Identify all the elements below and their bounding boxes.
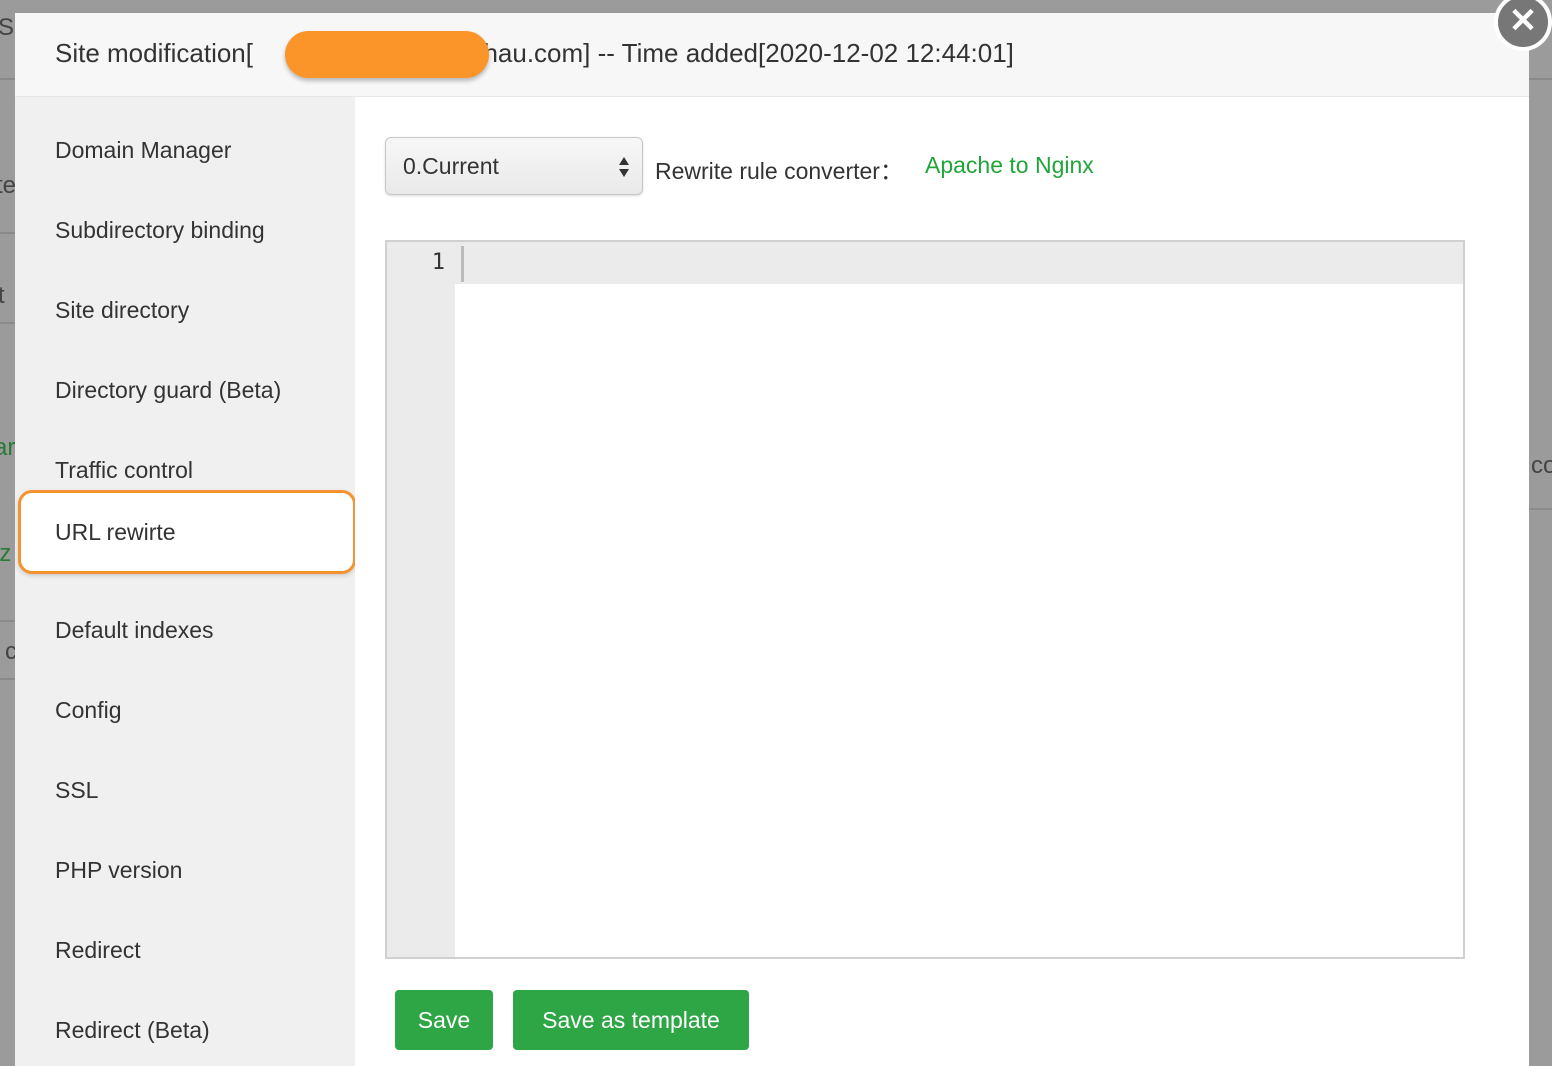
sidebar: Domain Manager Subdirectory binding Site… [15, 97, 356, 1066]
background-text-fragment: iz [0, 540, 12, 567]
redaction-mark [285, 31, 489, 78]
background-divider [0, 232, 15, 234]
title-time-added: -- Time added[2020-12-02 12:44:01] [590, 38, 1014, 68]
background-divider [0, 620, 15, 622]
save-button[interactable]: Save [395, 990, 493, 1050]
background-text-fragment: S [0, 14, 15, 41]
select-arrows-icon [619, 157, 629, 177]
rewrite-template-select[interactable]: 0.Current [385, 137, 643, 195]
sidebar-item-config[interactable]: Config [15, 670, 355, 750]
sidebar-item-php-version[interactable]: PHP version [15, 830, 355, 910]
sidebar-item-site-directory[interactable]: Site directory [15, 270, 355, 350]
background-text-fragment: te [0, 172, 17, 199]
editor-cursor [461, 246, 464, 282]
site-modification-modal: Site modification[gchau.com] -- Time add… [15, 13, 1529, 1066]
background-text-fragment: co [1531, 452, 1552, 479]
sidebar-item-subdirectory-binding[interactable]: Subdirectory binding [15, 190, 355, 270]
apache-to-nginx-link[interactable]: Apache to Nginx [925, 152, 1094, 179]
sidebar-item-directory-guard[interactable]: Directory guard (Beta) [15, 350, 355, 430]
select-value: 0.Current [403, 153, 499, 179]
editor-active-line [455, 242, 1463, 284]
editor-gutter: 1 [387, 242, 455, 957]
background-divider [1529, 78, 1552, 80]
rewrite-rule-editor[interactable]: 1 [385, 240, 1465, 959]
sidebar-item-default-indexes[interactable]: Default indexes [15, 590, 355, 670]
url-rewrite-panel: 0.Current Rewrite rule converter： Apache… [355, 97, 1529, 1066]
background-divider [0, 78, 15, 80]
background-divider [0, 322, 15, 324]
background-text-fragment: ar [0, 434, 16, 461]
sidebar-item-ssl[interactable]: SSL [15, 750, 355, 830]
close-button[interactable]: ✕ [1494, 0, 1552, 51]
converter-label: Rewrite rule converter： [655, 158, 903, 184]
sidebar-item-domain-manager[interactable]: Domain Manager [15, 110, 355, 190]
modal-header: Site modification[gchau.com] -- Time add… [15, 13, 1529, 97]
sidebar-item-url-rewrite[interactable]: URL rewirte [18, 490, 356, 574]
title-prefix: Site modification[ [55, 38, 253, 68]
background-text-fragment: t [0, 282, 5, 309]
background-divider [0, 678, 15, 680]
sidebar-item-redirect[interactable]: Redirect [15, 910, 355, 990]
background-divider [1529, 508, 1552, 510]
line-number: 1 [431, 250, 445, 275]
modal-title: Site modification[gchau.com] -- Time add… [55, 38, 1014, 69]
sidebar-item-redirect-beta[interactable]: Redirect (Beta) [15, 990, 355, 1066]
close-icon: ✕ [1508, 2, 1538, 40]
save-as-template-button[interactable]: Save as template [513, 990, 749, 1050]
